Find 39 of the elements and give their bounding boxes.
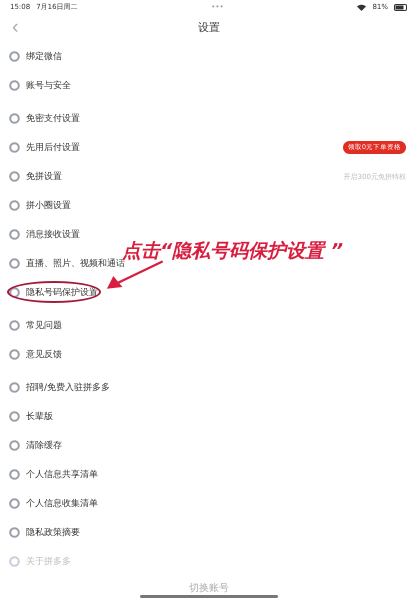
setting-label[interactable]: 长辈版 [26,410,53,423]
setting-icon [9,51,20,62]
page-title: 设置 [198,20,220,34]
setting-label[interactable]: 招聘/免费入驻拼多多 [26,381,110,394]
setting-label[interactable]: 个人信息收集清单 [26,497,98,510]
setting-icon [9,200,20,211]
annotation-text: 点击“隐私号码保护设置 ” [122,239,344,262]
setting-label[interactable]: 免密支付设置 [26,112,80,125]
setting-label[interactable]: 绑定微信 [26,50,62,63]
setting-icon [9,411,20,422]
battery-icon [394,4,408,10]
setting-icon [9,287,20,298]
setting-icon [9,80,20,91]
setting-icon [9,113,20,124]
setting-icon [9,349,20,360]
wifi-icon [357,4,366,10]
setting-label[interactable]: 账号与安全 [26,79,71,92]
setting-icon [9,469,20,480]
setting-label[interactable]: 隐私号码保护设置 [26,286,98,299]
setting-label[interactable]: 免拼设置 [26,170,62,183]
setting-icon [9,142,20,153]
setting-label[interactable]: 个人信息共享清单 [26,468,98,481]
setting-label[interactable]: 先用后付设置 [26,141,80,154]
setting-label[interactable]: 清除缓存 [26,439,62,452]
setting-icon [9,498,20,509]
setting-label[interactable]: 拼小圈设置 [26,199,71,212]
setting-icon [9,229,20,240]
setting-label[interactable]: 常见问题 [26,319,62,332]
setting-icon [9,440,20,451]
setting-label[interactable]: 意见反馈 [26,348,62,361]
setting-label[interactable]: 直播、照片、视频和通话 [26,257,125,270]
setting-icon [9,171,20,182]
setting-icon [9,258,20,269]
setting-icon [9,527,20,538]
setting-label[interactable]: 消息接收设置 [26,228,80,241]
setting-icon [9,382,20,393]
setting-icon [9,320,20,331]
setting-label[interactable]: 隐私政策摘要 [26,526,80,539]
setting-icon [9,556,20,567]
